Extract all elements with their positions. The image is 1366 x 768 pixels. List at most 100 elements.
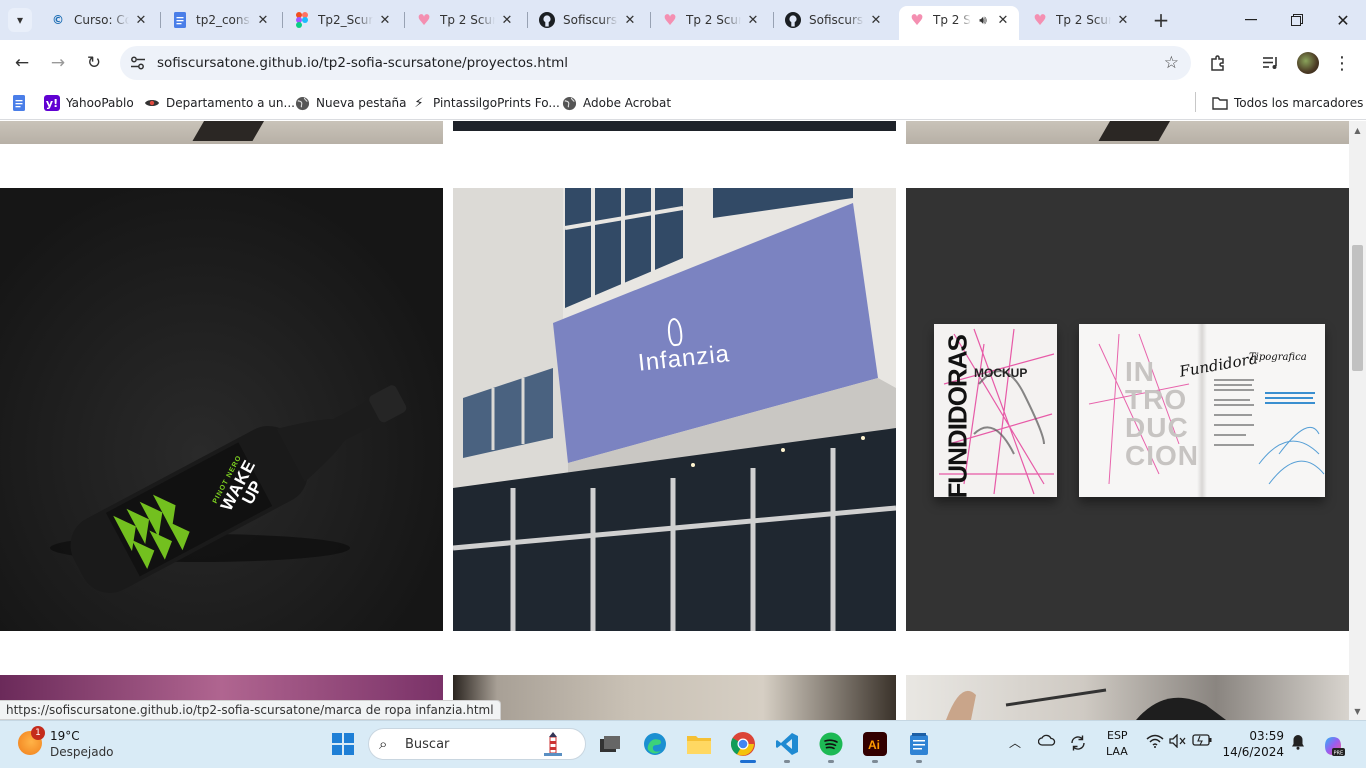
tab-9[interactable]: ♥ Tp 2 Scurs ✕ <box>1022 6 1139 34</box>
chrome-icon[interactable] <box>729 730 757 758</box>
building-illustration <box>453 188 896 631</box>
start-windows-icon[interactable] <box>329 730 357 758</box>
hands-drawing-illustration <box>946 688 1226 720</box>
bookmark-star-icon[interactable]: ☆ <box>1164 53 1179 73</box>
sync-refresh-icon[interactable] <box>1068 734 1088 752</box>
speaker-icon[interactable]: 🔊︎ <box>975 12 991 28</box>
heart-icon: ♥ <box>417 11 431 29</box>
task-view-icon[interactable] <box>596 730 624 758</box>
tab-7[interactable]: Sofiscursa ✕ <box>775 6 892 34</box>
project-tile-row3-2[interactable] <box>453 675 896 720</box>
browser-toolbar: ← → ↻ sofiscursatone.github.io/tp2-sofia… <box>0 40 1366 86</box>
chrome-active-indicator <box>740 760 756 763</box>
bookmark-nueva-pestana[interactable]: Nueva pestaña <box>294 93 407 113</box>
tab-search-chevron-down-icon[interactable]: ▾ <box>8 8 32 32</box>
bookmark-label: YahooPablo <box>66 96 134 110</box>
weather-temperature[interactable]: 19°C <box>50 729 80 743</box>
tab-2[interactable]: tp2_consi ✕ <box>162 6 279 34</box>
tile-shadow-shape <box>192 121 268 141</box>
project-tile-infanzia[interactable]: Infanzia <box>453 188 896 631</box>
tab-4[interactable]: ♥ Tp 2 Scurs ✕ <box>406 6 523 34</box>
weather-condition[interactable]: Despejado <box>50 745 114 759</box>
figma-icon <box>294 12 310 28</box>
bookmark-adobe-acrobat[interactable]: Adobe Acrobat <box>561 93 671 113</box>
tab-6[interactable]: ♥ Tp 2 Scurs ✕ <box>652 6 769 34</box>
tab-title: Tp 2 Scurs <box>440 13 495 27</box>
back-arrow-icon[interactable]: ← <box>9 50 35 76</box>
scroll-up-arrow-icon[interactable]: ▲ <box>1349 123 1366 137</box>
clock-date[interactable]: 14/6/2024 <box>1216 745 1284 759</box>
restore-icon[interactable] <box>1274 0 1320 40</box>
project-tile-row3-3[interactable] <box>906 675 1349 720</box>
close-icon[interactable]: ✕ <box>133 12 149 28</box>
illustrator-icon[interactable]: Ai <box>861 730 889 758</box>
wifi-icon[interactable] <box>1145 734 1165 748</box>
close-icon[interactable]: ✕ <box>745 12 761 28</box>
tab-1[interactable]: © Curso: Co ✕ <box>40 6 157 34</box>
search-icon: ⌕ <box>379 735 388 753</box>
media-control-icon[interactable] <box>1260 52 1282 74</box>
minimize-icon[interactable] <box>1228 0 1274 40</box>
bookmark-departamento[interactable]: Departamento a un... <box>144 93 295 113</box>
forward-arrow-icon[interactable]: → <box>45 50 71 76</box>
tab-8-active[interactable]: ♥ Tp 2 S 🔊︎ ✕ <box>899 6 1019 40</box>
bookmark-pintassilgo[interactable]: ⚡︎ PintassilgoPrints Fo... <box>411 93 559 113</box>
notification-bell-icon[interactable] <box>1289 734 1307 750</box>
apps-docs-icon[interactable] <box>11 93 33 113</box>
onedrive-cloud-icon[interactable] <box>1037 734 1057 746</box>
project-tile-wine-bottle[interactable]: PINOT NERO WAKE UP <box>0 188 443 631</box>
spotify-running-indicator <box>828 760 834 763</box>
new-tab-plus-icon[interactable]: + <box>1150 9 1172 31</box>
taskbar-search[interactable]: ⌕ Buscar <box>368 728 586 760</box>
scroll-thumb[interactable] <box>1352 245 1363 371</box>
spotify-icon[interactable] <box>817 730 845 758</box>
clock-time[interactable]: 03:59 <box>1226 729 1284 743</box>
file-explorer-folder-icon[interactable] <box>685 730 713 758</box>
all-bookmarks-button[interactable]: Todos los marcadores <box>1212 93 1363 113</box>
window-close-icon[interactable]: ✕ <box>1320 0 1366 40</box>
notepad-icon[interactable] <box>905 730 933 758</box>
github-icon <box>539 12 555 28</box>
scroll-down-arrow-icon[interactable]: ▼ <box>1349 704 1366 718</box>
tab-divider <box>282 12 283 28</box>
input-language[interactable]: ESP <box>1107 729 1128 742</box>
tab-strip: ▾ © Curso: Co ✕ tp2_consi ✕ Tp2_Scurs ✕ … <box>0 0 1366 40</box>
tab-5[interactable]: Sofiscursa ✕ <box>529 6 646 34</box>
address-bar[interactable]: sofiscursatone.github.io/tp2-sofia-scurs… <box>120 46 1191 80</box>
close-icon[interactable]: ✕ <box>622 12 638 28</box>
battery-icon[interactable] <box>1191 734 1213 746</box>
spread-title-line: CION <box>1125 440 1199 471</box>
tray-overflow-chevron-up-icon[interactable]: ︿ <box>1007 734 1023 751</box>
search-placeholder: Buscar <box>405 737 450 752</box>
folder-icon <box>1212 95 1228 111</box>
close-icon[interactable]: ✕ <box>1115 12 1131 28</box>
project-tile-row1-2[interactable] <box>453 121 896 131</box>
close-icon[interactable]: ✕ <box>499 12 515 28</box>
close-icon[interactable]: ✕ <box>255 12 271 28</box>
project-tile-fundidoras[interactable]: FUNDIDORAS MOCKUP IN TRO DUC CION Fundid… <box>906 188 1349 631</box>
google-docs-icon <box>172 12 188 28</box>
page-scrollbar[interactable]: ▲ ▼ <box>1349 121 1366 720</box>
edge-icon[interactable] <box>641 730 669 758</box>
extensions-puzzle-icon[interactable] <box>1207 52 1229 74</box>
close-icon[interactable]: ✕ <box>377 12 393 28</box>
close-icon[interactable]: ✕ <box>995 12 1011 28</box>
volume-muted-icon[interactable] <box>1168 734 1188 748</box>
project-tile-row1-3[interactable] <box>906 121 1349 144</box>
bookmark-yahoopablo[interactable]: y! YahooPablo <box>44 93 134 113</box>
reload-icon[interactable]: ↻ <box>81 50 107 76</box>
project-tile-row1-1[interactable] <box>0 121 443 144</box>
site-info-tune-icon[interactable] <box>130 55 146 71</box>
close-icon[interactable]: ✕ <box>868 12 884 28</box>
input-layout[interactable]: LAA <box>1106 745 1128 758</box>
url-text[interactable]: sofiscursatone.github.io/tp2-sofia-scurs… <box>157 55 568 71</box>
tab-divider <box>404 12 405 28</box>
tab-divider <box>527 12 528 28</box>
vscode-icon[interactable] <box>773 730 801 758</box>
copilot-icon[interactable]: PRE <box>1320 734 1346 758</box>
lighthouse-icon <box>541 731 565 761</box>
tab-3[interactable]: Tp2_Scurs ✕ <box>284 6 401 34</box>
profile-avatar[interactable] <box>1297 52 1319 74</box>
more-menu-icon[interactable]: ⋮ <box>1331 52 1353 74</box>
bookmark-label: Todos los marcadores <box>1234 96 1364 110</box>
